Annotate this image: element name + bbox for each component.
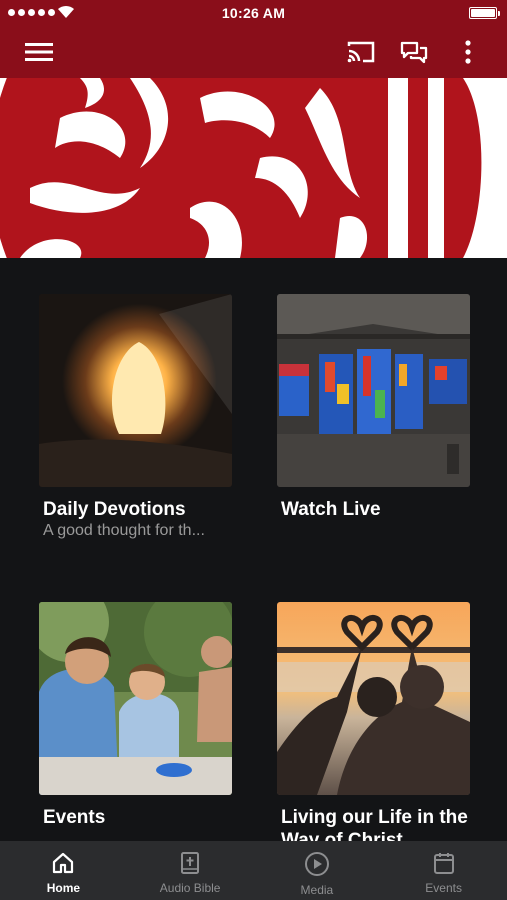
tab-label: Events [425,881,462,895]
battery-icon [469,7,500,19]
tab-home[interactable]: Home [0,841,127,900]
more-vertical-icon [465,40,471,64]
card-daily-devotions[interactable]: Daily Devotions A good thought for th... [39,294,232,539]
heart-hands-sunset-image [277,602,470,795]
calendar-icon [433,853,454,874]
card-title: Watch Live [281,499,381,520]
card-living-our-life[interactable]: Living our Life in the Way of Christ [277,602,470,851]
kids-crafting-image [39,602,232,795]
tab-media[interactable]: Media [254,841,381,900]
chat-icon [400,41,428,64]
more-options-button[interactable] [454,37,482,67]
tab-label: Media [300,883,334,897]
home-icon [53,852,74,874]
status-time: 10:26 AM [221,5,286,21]
church-banner-image [0,78,507,258]
bible-icon [181,852,200,874]
card-title: Daily Devotions [43,499,186,520]
card-watch-live[interactable]: Watch Live [277,294,470,520]
cast-icon [347,41,375,63]
tab-label: Home [46,881,81,895]
card-subtitle: A good thought for th... [43,522,205,539]
tab-events[interactable]: Events [380,841,507,900]
card-events[interactable]: Events [39,602,232,828]
menu-icon [25,43,53,61]
play-circle-icon [304,852,329,876]
tab-audio-bible[interactable]: Audio Bible [127,841,254,900]
menu-button[interactable] [19,37,59,67]
stained-glass-chapel-image [277,294,470,487]
tomb-light-image [39,294,232,487]
chat-button[interactable] [396,37,432,67]
app-bar [0,26,507,78]
card-title: Events [43,807,106,828]
bottom-tab-bar: Home Audio Bible Media Events [0,841,507,900]
cast-button[interactable] [343,37,379,67]
status-bar: 10:26 AM [0,0,507,26]
tab-label: Audio Bible [159,881,221,895]
